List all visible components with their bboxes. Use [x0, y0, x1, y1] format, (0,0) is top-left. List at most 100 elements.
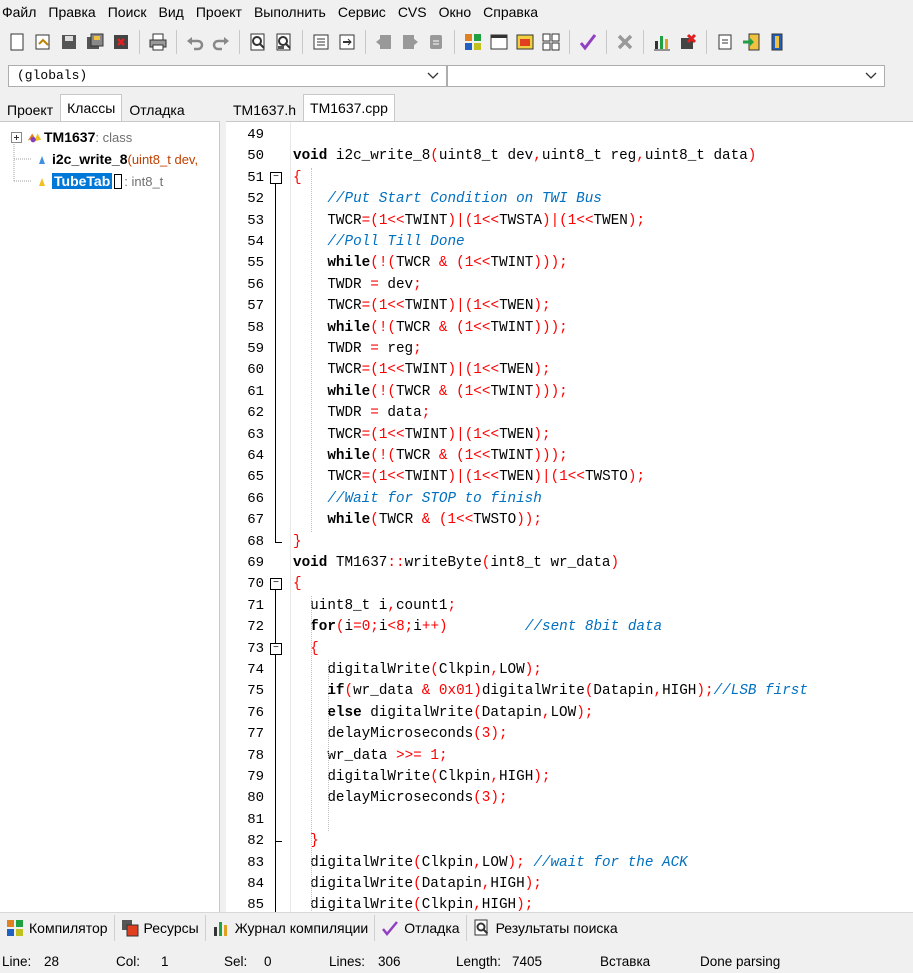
code-line[interactable]: 60 TWCR=(1<<TWINT)|(1<<TWEN); — [226, 360, 913, 382]
code-line[interactable]: 73− { — [226, 638, 913, 660]
code-line[interactable]: 58 while(!(TWCR & (1<<TWINT))); — [226, 317, 913, 339]
code-line[interactable]: 66 //Wait for STOP to finish — [226, 488, 913, 511]
code-text: digitalWrite(Clkpin,LOW); //wait for the… — [293, 854, 688, 871]
code-line[interactable]: 55 while(!(TWCR & (1<<TWINT))); — [226, 253, 913, 275]
tab-search-results[interactable]: Результаты поиска — [467, 915, 624, 941]
menu-tools[interactable]: Сервис — [332, 0, 392, 24]
indent-icon[interactable] — [310, 31, 332, 53]
run-icon[interactable] — [488, 31, 510, 53]
close-file-icon[interactable] — [110, 31, 132, 53]
menu-project[interactable]: Проект — [190, 0, 248, 24]
menu-edit[interactable]: Правка — [42, 0, 101, 24]
toggle-bookmark-icon[interactable] — [425, 31, 447, 53]
fold-toggle-icon[interactable]: − — [270, 642, 282, 655]
tab-tm1637-cpp[interactable]: TM1637.cpp — [303, 94, 395, 121]
code-line[interactable]: 70−{ — [226, 574, 913, 596]
tab-compile-log[interactable]: Журнал компиляции — [206, 914, 376, 941]
tab-label: Отладка — [404, 919, 460, 936]
tab-resources[interactable]: Ресурсы — [115, 914, 206, 941]
undo-icon[interactable] — [184, 31, 206, 53]
tab-classes[interactable]: Классы — [60, 94, 123, 121]
fold-line — [275, 403, 276, 425]
toolbar-separator — [606, 30, 607, 54]
tab-tm1637-h[interactable]: TM1637.h — [226, 97, 303, 121]
line-number: 49 — [247, 127, 264, 143]
bookmark-next-icon[interactable] — [399, 31, 421, 53]
menu-run[interactable]: Выполнить — [248, 0, 332, 24]
tab-debug[interactable]: Отладка — [122, 97, 191, 121]
toolbar-separator — [239, 30, 240, 54]
chevron-down-icon[interactable] — [426, 66, 440, 86]
unindent-icon[interactable] — [336, 31, 358, 53]
tree-item-meta: : class — [95, 129, 133, 145]
code-editor[interactable]: 49 50 void i2c_write_8(uint8_t dev,uint8_t… — [226, 121, 913, 913]
code-line[interactable]: 71 uint8_t i,count1; — [226, 595, 913, 618]
code-line[interactable]: 85 digitalWrite(Clkpin,HIGH); — [226, 895, 913, 913]
code-line[interactable]: 54 //Poll Till Done — [226, 232, 913, 254]
status-lines: 306 — [378, 954, 401, 969]
replace-icon[interactable] — [273, 31, 295, 53]
code-line[interactable]: 53 TWCR=(1<<TWINT)|(1<<TWSTA)|(1<<TWEN); — [226, 210, 913, 232]
code-line[interactable]: 82 } — [226, 831, 913, 853]
code-line[interactable]: 72 for(i=0;i<8;i++) //sent 8bit data — [226, 617, 913, 639]
redo-icon[interactable] — [210, 31, 232, 53]
code-line[interactable]: 61 while(!(TWCR & (1<<TWINT))); — [226, 381, 913, 404]
menu-cvs[interactable]: CVS — [392, 0, 433, 24]
menu-help[interactable]: Справка — [477, 0, 544, 24]
code-line[interactable]: 50 void i2c_write_8(uint8_t dev,uint8_t r… — [226, 146, 913, 167]
tab-project[interactable]: Проект — [0, 97, 60, 121]
scope-combo[interactable]: (globals) — [8, 65, 447, 87]
compile-run-icon[interactable] — [514, 31, 536, 53]
save-all-icon[interactable] — [84, 31, 106, 53]
toolbar-separator — [454, 30, 455, 54]
menu-file[interactable]: Файл — [0, 0, 42, 24]
code-line[interactable]: 83 digitalWrite(Clkpin,LOW); //wait for … — [226, 852, 913, 874]
member-combo[interactable] — [447, 65, 885, 87]
save-icon[interactable] — [58, 31, 80, 53]
fold-toggle-icon[interactable]: − — [270, 578, 282, 591]
line-number: 69 — [247, 555, 264, 571]
code-line[interactable]: 65 TWCR=(1<<TWINT)|(1<<TWEN)|(1<<TWSTO); — [226, 467, 913, 489]
check-icon[interactable] — [577, 31, 599, 53]
fold-line — [275, 638, 276, 643]
code-line[interactable]: 64 while(!(TWCR & (1<<TWINT))); — [226, 446, 913, 468]
code-line[interactable]: 69 void TM1637::writeByte(int8_t wr_data) — [226, 553, 913, 574]
code-line[interactable]: 67 while(TWCR & (1<<TWSTO)); — [226, 510, 913, 532]
rebuild-icon[interactable] — [540, 31, 562, 53]
find-icon[interactable] — [247, 31, 269, 53]
chevron-down-icon[interactable] — [864, 66, 878, 86]
menu-search[interactable]: Поиск — [102, 0, 153, 24]
tab-debug-output[interactable]: Отладка — [375, 914, 467, 941]
code-text: TWDR = reg; — [293, 341, 422, 357]
profile-icon[interactable] — [651, 31, 673, 53]
new-class-icon[interactable] — [714, 31, 736, 53]
fold-toggle-icon[interactable]: − — [270, 171, 282, 184]
code-line[interactable]: 62 TWDR = data; — [226, 403, 913, 425]
code-line[interactable]: 49 — [226, 125, 913, 146]
line-number: 81 — [247, 811, 264, 828]
code-line[interactable]: 63 TWCR=(1<<TWINT)|(1<<TWEN); — [226, 424, 913, 446]
code-line[interactable]: 51−{ — [226, 168, 913, 190]
tab-compiler[interactable]: Компилятор — [0, 914, 115, 941]
goto-icon[interactable] — [740, 31, 762, 53]
code-line[interactable]: 52 //Put Start Condition on TWI Bus — [226, 189, 913, 211]
menu-view[interactable]: Вид — [153, 0, 190, 24]
code-text: TWCR=(1<<TWINT)|(1<<TWEN); — [293, 298, 551, 315]
code-line[interactable]: 59 TWDR = reg; — [226, 339, 913, 361]
bookmark-prev-icon[interactable] — [373, 31, 395, 53]
code-line[interactable]: 84 digitalWrite(Datapin,HIGH); — [226, 874, 913, 896]
compile-icon[interactable] — [462, 31, 484, 53]
new-file-icon[interactable] — [6, 31, 28, 53]
code-line[interactable]: 56 TWDR = dev; — [226, 274, 913, 297]
fold-line — [275, 681, 276, 703]
code-text: TWCR=(1<<TWINT)|(1<<TWEN); — [293, 426, 551, 443]
status-bar: Line: 28 Col: 1 Sel: 0 Lines: 306 Length… — [0, 950, 913, 973]
code-line[interactable]: 57 TWCR=(1<<TWINT)|(1<<TWEN); — [226, 296, 913, 318]
open-file-icon[interactable] — [32, 31, 54, 53]
menu-window[interactable]: Окно — [433, 0, 478, 24]
code-line[interactable]: 68} — [226, 531, 913, 553]
print-icon[interactable] — [147, 31, 169, 53]
stop-icon[interactable] — [614, 31, 636, 53]
debug-icon[interactable] — [677, 31, 699, 53]
exit-icon[interactable] — [766, 31, 788, 53]
